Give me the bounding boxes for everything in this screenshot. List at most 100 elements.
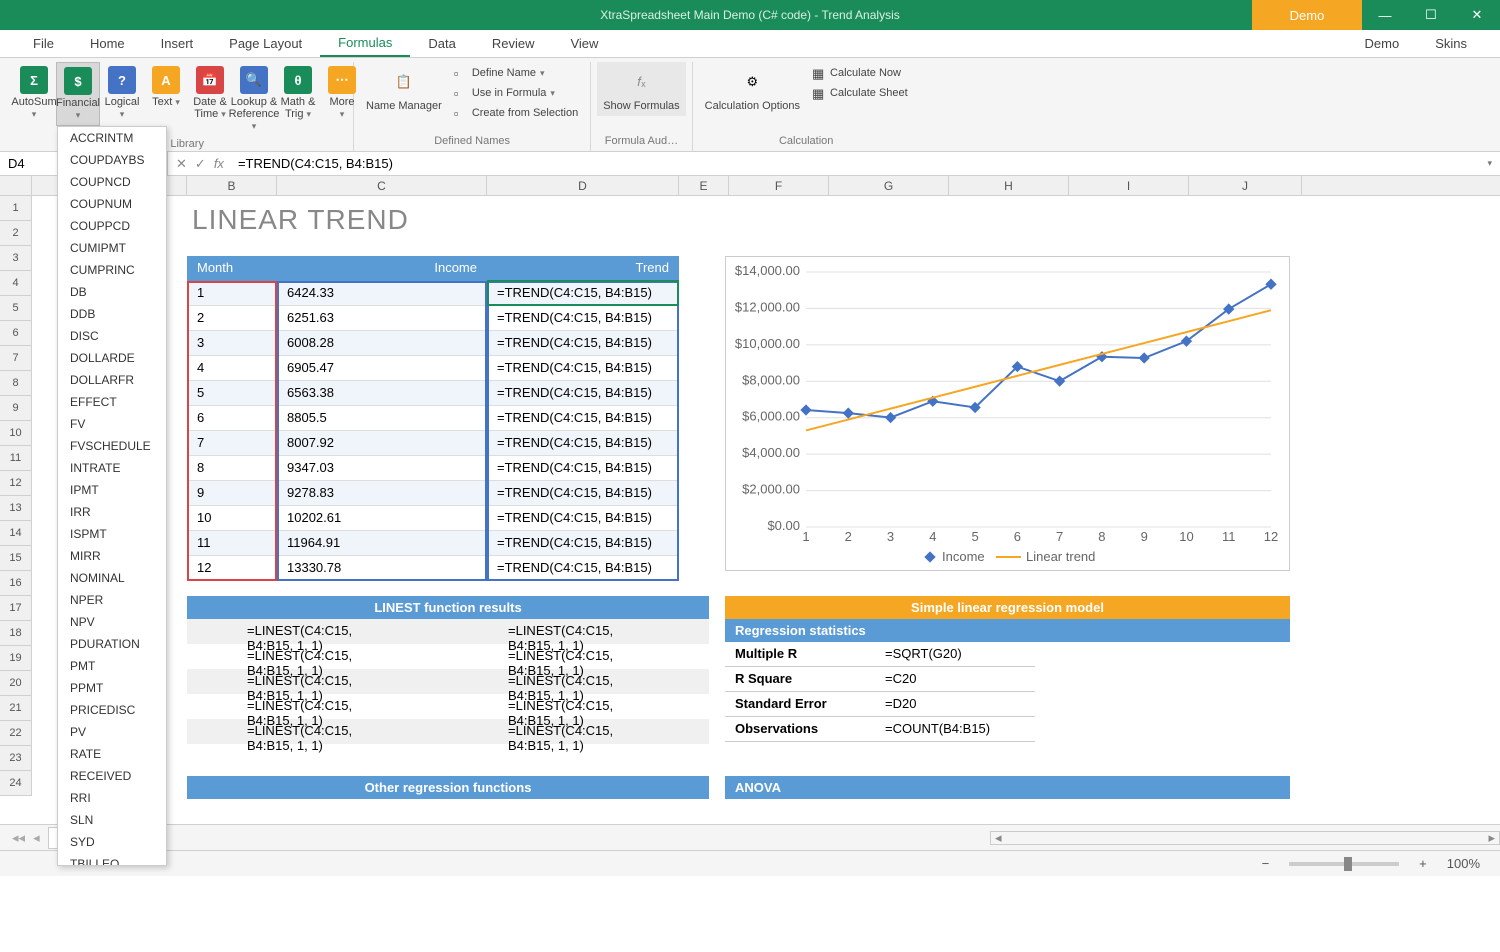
dropdown-item-fvschedule[interactable]: FVSCHEDULE — [58, 435, 166, 457]
table-row[interactable]: 16424.33=TREND(C4:C15, B4:B15) — [187, 281, 679, 306]
row-header-17[interactable]: 17 — [0, 596, 32, 621]
maximize-button[interactable]: ☐ — [1408, 0, 1454, 30]
accept-formula-icon[interactable]: ✓ — [195, 156, 206, 172]
logical-button[interactable]: ?Logical ▾ — [100, 62, 144, 124]
dropdown-item-syd[interactable]: SYD — [58, 831, 166, 853]
cancel-formula-icon[interactable]: ✕ — [176, 156, 187, 172]
dropdown-item-coupnum[interactable]: COUPNUM — [58, 193, 166, 215]
create-from-selection-button[interactable]: ▫Create from Selection — [448, 104, 584, 122]
calculate-now-button[interactable]: ▦Calculate Now — [806, 64, 914, 82]
financial-button[interactable]: $Financial ▾ — [56, 62, 100, 126]
column-header-E[interactable]: E — [679, 176, 729, 195]
menu-view[interactable]: View — [552, 30, 616, 57]
dropdown-item-pduration[interactable]: PDURATION — [58, 633, 166, 655]
row-header-15[interactable]: 15 — [0, 546, 32, 571]
select-all-corner[interactable] — [0, 176, 32, 195]
row-header-13[interactable]: 13 — [0, 496, 32, 521]
calculation-options-button[interactable]: ⚙ Calculation Options — [699, 62, 806, 116]
row-header-4[interactable]: 4 — [0, 271, 32, 296]
row-header-14[interactable]: 14 — [0, 521, 32, 546]
use-in-formula-button[interactable]: ▫Use in Formula ▾ — [448, 84, 584, 102]
dropdown-item-fv[interactable]: FV — [58, 413, 166, 435]
tab-nav-prev-icon[interactable]: ◂ — [33, 830, 40, 846]
dropdown-item-effect[interactable]: EFFECT — [58, 391, 166, 413]
row-header-24[interactable]: 24 — [0, 771, 32, 796]
row-header-16[interactable]: 16 — [0, 571, 32, 596]
row-header-20[interactable]: 20 — [0, 671, 32, 696]
demo-button[interactable]: Demo — [1252, 0, 1362, 30]
show-formulas-button[interactable]: 𝑓ₓ Show Formulas — [597, 62, 685, 116]
dropdown-item-intrate[interactable]: INTRATE — [58, 457, 166, 479]
dropdown-item-npv[interactable]: NPV — [58, 611, 166, 633]
table-row[interactable]: 89347.03=TREND(C4:C15, B4:B15) — [187, 456, 679, 481]
close-button[interactable]: ✕ — [1454, 0, 1500, 30]
dropdown-item-coupdaybs[interactable]: COUPDAYBS — [58, 149, 166, 171]
dropdown-item-sln[interactable]: SLN — [58, 809, 166, 831]
dropdown-item-pmt[interactable]: PMT — [58, 655, 166, 677]
scroll-right-icon[interactable]: ▸ — [1484, 830, 1499, 846]
dropdown-item-rate[interactable]: RATE — [58, 743, 166, 765]
menu-formulas[interactable]: Formulas — [320, 30, 410, 57]
define-name-button[interactable]: ▫Define Name ▾ — [448, 64, 584, 82]
dropdown-item-nper[interactable]: NPER — [58, 589, 166, 611]
dropdown-item-ispmt[interactable]: ISPMT — [58, 523, 166, 545]
zoom-in-icon[interactable]: + — [1419, 856, 1427, 871]
table-row[interactable]: 99278.83=TREND(C4:C15, B4:B15) — [187, 481, 679, 506]
column-header-C[interactable]: C — [277, 176, 487, 195]
column-header-J[interactable]: J — [1189, 176, 1302, 195]
menu-demo[interactable]: Demo — [1347, 36, 1418, 51]
row-header-22[interactable]: 22 — [0, 721, 32, 746]
dropdown-item-couppcd[interactable]: COUPPCD — [58, 215, 166, 237]
table-row[interactable]: 1010202.61=TREND(C4:C15, B4:B15) — [187, 506, 679, 531]
financial-dropdown-menu[interactable]: ACCRINTMCOUPDAYBSCOUPNCDCOUPNUMCOUPPCDCU… — [57, 126, 167, 866]
autosum-button[interactable]: ΣAutoSum ▾ — [12, 62, 56, 124]
row-header-6[interactable]: 6 — [0, 321, 32, 346]
dropdown-item-db[interactable]: DB — [58, 281, 166, 303]
row-header-10[interactable]: 10 — [0, 421, 32, 446]
row-header-19[interactable]: 19 — [0, 646, 32, 671]
lookup-reference-button[interactable]: 🔍Lookup &Reference ▾ — [232, 62, 276, 136]
row-header-12[interactable]: 12 — [0, 471, 32, 496]
dropdown-item-mirr[interactable]: MIRR — [58, 545, 166, 567]
menu-home[interactable]: Home — [72, 30, 143, 57]
row-header-23[interactable]: 23 — [0, 746, 32, 771]
spreadsheet-grid[interactable]: ABCDEFGHIJ 12345678910111213141516171819… — [0, 176, 1500, 824]
linest-row[interactable]: =LINEST(C4:C15, B4:B15, 1, 1)=LINEST(C4:… — [187, 719, 709, 744]
minimize-button[interactable]: — — [1362, 0, 1408, 30]
dropdown-item-coupncd[interactable]: COUPNCD — [58, 171, 166, 193]
table-row[interactable]: 1111964.91=TREND(C4:C15, B4:B15) — [187, 531, 679, 556]
fx-icon[interactable]: fx — [214, 156, 224, 171]
row-header-21[interactable]: 21 — [0, 696, 32, 721]
table-row[interactable]: 46905.47=TREND(C4:C15, B4:B15) — [187, 356, 679, 381]
dropdown-item-cumipmt[interactable]: CUMIPMT — [58, 237, 166, 259]
table-row[interactable]: 78007.92=TREND(C4:C15, B4:B15) — [187, 431, 679, 456]
dropdown-item-pv[interactable]: PV — [58, 721, 166, 743]
linest-row[interactable]: =LINEST(C4:C15, B4:B15, 1, 1)=LINEST(C4:… — [187, 669, 709, 694]
column-header-D[interactable]: D — [487, 176, 679, 195]
calculate-sheet-button[interactable]: ▦Calculate Sheet — [806, 84, 914, 102]
menu-page-layout[interactable]: Page Layout — [211, 30, 320, 57]
dropdown-item-nominal[interactable]: NOMINAL — [58, 567, 166, 589]
dropdown-item-accrintm[interactable]: ACCRINTM — [58, 127, 166, 149]
regression-row[interactable]: Standard Error=D20 — [725, 692, 1035, 717]
text-button[interactable]: AText ▾ — [144, 62, 188, 112]
regression-row[interactable]: Multiple R=SQRT(G20) — [725, 642, 1035, 667]
horizontal-scrollbar[interactable]: ◂ ▸ — [990, 831, 1500, 845]
column-header-G[interactable]: G — [829, 176, 949, 195]
scroll-left-icon[interactable]: ◂ — [991, 830, 1006, 846]
chevron-down-icon[interactable]: ▾ — [1479, 158, 1500, 169]
row-header-3[interactable]: 3 — [0, 246, 32, 271]
column-header-F[interactable]: F — [729, 176, 829, 195]
table-row[interactable]: 1213330.78=TREND(C4:C15, B4:B15) — [187, 556, 679, 581]
row-header-7[interactable]: 7 — [0, 346, 32, 371]
column-header-I[interactable]: I — [1069, 176, 1189, 195]
dropdown-item-ipmt[interactable]: IPMT — [58, 479, 166, 501]
dropdown-item-rri[interactable]: RRI — [58, 787, 166, 809]
row-header-11[interactable]: 11 — [0, 446, 32, 471]
dropdown-item-ddb[interactable]: DDB — [58, 303, 166, 325]
menu-data[interactable]: Data — [410, 30, 473, 57]
row-header-1[interactable]: 1 — [0, 196, 32, 221]
date-time-button[interactable]: 📅Date &Time ▾ — [188, 62, 232, 124]
math-trig-button[interactable]: θMath &Trig ▾ — [276, 62, 320, 124]
table-row[interactable]: 26251.63=TREND(C4:C15, B4:B15) — [187, 306, 679, 331]
